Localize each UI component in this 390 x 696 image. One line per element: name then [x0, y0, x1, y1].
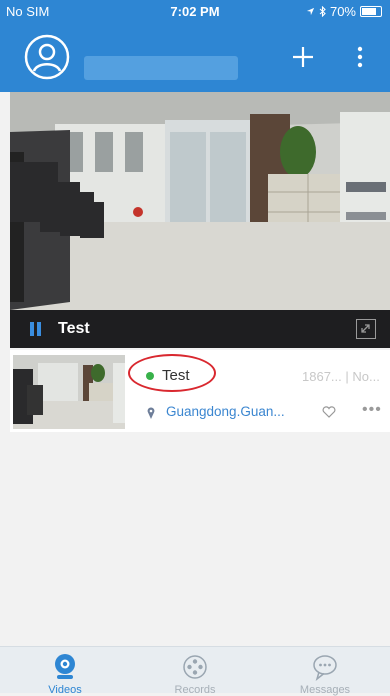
video-camera-name: Test	[58, 320, 90, 337]
heart-icon[interactable]	[322, 406, 336, 418]
film-reel-icon	[183, 655, 207, 679]
tab-messages-label: Messages	[299, 684, 351, 696]
location-arrow-icon	[306, 7, 315, 16]
more-options-button[interactable]	[352, 44, 368, 70]
battery-percent: 70%	[329, 4, 356, 19]
more-dots-icon[interactable]: •••	[362, 401, 384, 418]
status-right: 70%	[306, 4, 382, 19]
pause-icon[interactable]	[30, 322, 42, 336]
tab-videos[interactable]: Videos	[0, 647, 130, 696]
tab-messages[interactable]: Messages	[260, 647, 390, 696]
avatar-icon[interactable]	[24, 34, 70, 80]
chat-bubble-icon	[313, 655, 337, 681]
tab-videos-label: Videos	[48, 684, 82, 696]
device-id: 1867... | No...	[302, 369, 380, 384]
tab-records[interactable]: Records	[130, 647, 260, 696]
username-blurred	[84, 56, 238, 80]
top-nav-bar	[0, 22, 390, 92]
highlight-annotation	[128, 354, 216, 392]
camera-icon	[55, 654, 75, 679]
video-frame-image	[10, 92, 390, 310]
location-pin-icon	[147, 407, 155, 419]
bottom-tab-bar: Videos Records Messages	[0, 646, 390, 696]
live-video-view[interactable]	[10, 92, 390, 310]
camera-list-item[interactable]: Test 1867... | No... Guangdong.Guan... •…	[10, 350, 390, 432]
fullscreen-icon[interactable]	[356, 319, 376, 339]
camera-location: Guangdong.Guan...	[166, 404, 285, 419]
tab-records-label: Records	[174, 684, 216, 696]
bluetooth-icon	[319, 6, 326, 17]
battery-icon	[360, 6, 382, 17]
status-bar: No SIM 7:02 PM 70%	[0, 0, 390, 22]
video-control-bar: Test	[10, 310, 390, 348]
camera-thumbnail	[13, 355, 125, 429]
add-device-button[interactable]	[290, 44, 316, 70]
